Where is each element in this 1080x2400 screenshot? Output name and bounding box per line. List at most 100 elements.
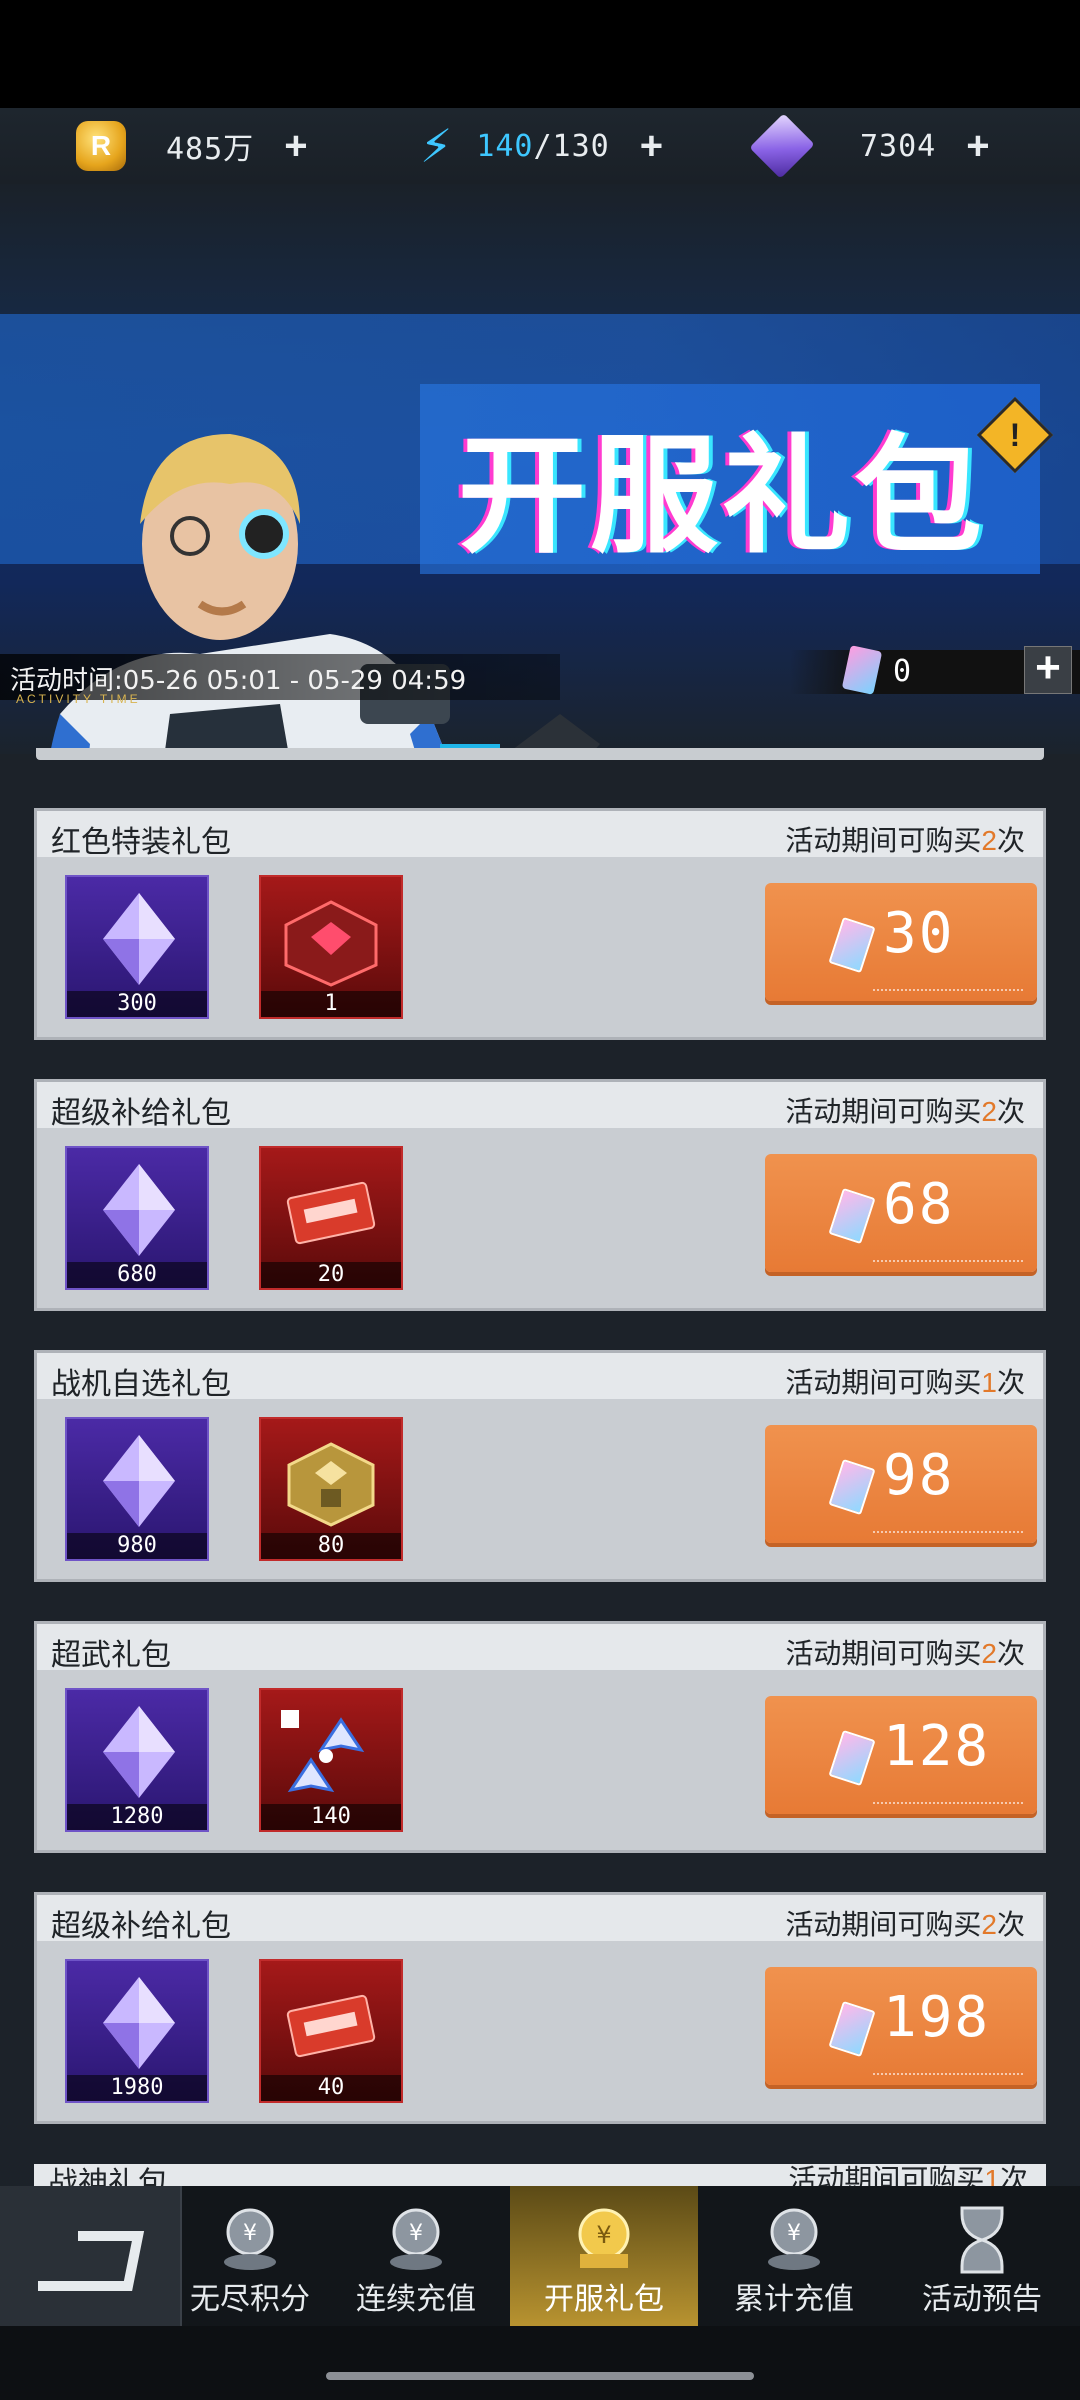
tab-endless-points[interactable]: ¥ 无尽积分 bbox=[156, 2186, 344, 2326]
gift-coin-icon: ¥ bbox=[578, 2208, 630, 2268]
fighter-jet-icon bbox=[281, 1710, 365, 1793]
decorative-wave bbox=[873, 1248, 1023, 1262]
activity-time-caption: ACTIVITY TIME bbox=[16, 692, 141, 706]
pack-card: 战机自选礼包 活动期间可购买1次 980 80 98 bbox=[34, 1350, 1046, 1582]
purchase-limit: 活动期间可购买2次 bbox=[785, 1632, 1025, 1672]
purchase-limit: 活动期间可购买1次 bbox=[788, 2164, 1028, 2188]
pack-name: 超级补给礼包 bbox=[51, 1097, 231, 1130]
tab-consecutive-recharge[interactable]: ¥ 连续充值 bbox=[322, 2186, 510, 2326]
price: 98 bbox=[883, 1443, 955, 1508]
pack-card: 超武礼包 活动期间可购买2次 1280 140 128 bbox=[34, 1621, 1046, 1853]
ticket-icon bbox=[828, 1729, 876, 1787]
decorative-wave bbox=[873, 1519, 1023, 1533]
ticket-icon bbox=[828, 1187, 876, 1245]
supply-ticket-icon bbox=[286, 1181, 376, 1245]
hourglass-icon bbox=[960, 2206, 1004, 2274]
home-indicator[interactable] bbox=[326, 2372, 754, 2380]
list-top-edge bbox=[36, 748, 1044, 760]
tab-event-preview[interactable]: 活动预告 bbox=[888, 2186, 1076, 2326]
supply-ticket-reward[interactable]: 20 bbox=[259, 1146, 403, 1290]
limit-text: 活动期间可购买 bbox=[785, 1638, 982, 1669]
add-gold-button[interactable]: + bbox=[284, 126, 307, 166]
energy-max: /130 bbox=[533, 128, 610, 164]
diamond-resource: 7304 + bbox=[749, 113, 990, 179]
limit-count: 2 bbox=[981, 1909, 997, 1940]
status-bar bbox=[0, 0, 1080, 108]
crystal-icon bbox=[103, 1435, 175, 1527]
purchase-limit: 活动期间可购买2次 bbox=[785, 1090, 1025, 1130]
buy-button[interactable]: 30 bbox=[765, 883, 1037, 1001]
ticket-icon bbox=[828, 916, 876, 974]
buy-button[interactable]: 198 bbox=[765, 1967, 1037, 2085]
diamond-reward[interactable]: 980 bbox=[65, 1417, 209, 1561]
decorative-wave bbox=[873, 1790, 1023, 1804]
banner-title: 开服礼包 bbox=[458, 422, 987, 571]
pack-header: 超武礼包 活动期间可购买2次 bbox=[37, 1624, 1043, 1672]
tab-cumulative-recharge[interactable]: ¥ 累计充值 bbox=[700, 2186, 888, 2326]
limit-unit: 次 bbox=[996, 1096, 1025, 1127]
crystal-icon bbox=[103, 1164, 175, 1256]
ticket-icon bbox=[828, 2000, 876, 2058]
energy-resource: ⚡ 140 /130 + bbox=[420, 120, 663, 172]
pack-header: 超级补给礼包 活动期间可购买2次 bbox=[37, 1895, 1043, 1943]
limit-unit: 次 bbox=[996, 825, 1025, 856]
add-energy-button[interactable]: + bbox=[640, 126, 663, 166]
reward-quantity: 40 bbox=[261, 2075, 401, 2101]
tab-label: 累计充值 bbox=[734, 2283, 854, 2316]
super-weapon-fragment-reward[interactable]: 140 bbox=[259, 1688, 403, 1832]
equipment-crate-reward[interactable]: 1 bbox=[259, 875, 403, 1019]
limit-count: 1 bbox=[984, 2164, 1000, 2188]
activity-time-bar: 活动时间:05-26 05:01 - 05-29 04:59 ACTIVITY … bbox=[0, 654, 560, 706]
limit-count: 1 bbox=[981, 1367, 997, 1398]
reward-quantity: 1 bbox=[261, 991, 401, 1017]
pack-card: 超级补给礼包 活动期间可购买2次 1980 40 198 bbox=[34, 1892, 1046, 2124]
purchase-limit: 活动期间可购买2次 bbox=[785, 819, 1025, 859]
reward-quantity: 80 bbox=[261, 1533, 401, 1559]
decorative-wave bbox=[873, 977, 1023, 991]
limit-unit: 次 bbox=[996, 1367, 1025, 1398]
buy-button[interactable]: 98 bbox=[765, 1425, 1037, 1543]
system-navigation-bar bbox=[0, 2326, 1080, 2400]
diamond-reward[interactable]: 1280 bbox=[65, 1688, 209, 1832]
buy-button[interactable]: 128 bbox=[765, 1696, 1037, 1814]
tab-opening-gift-pack[interactable]: ¥ 开服礼包 bbox=[510, 2186, 698, 2326]
gold-amount: 485万 bbox=[166, 132, 255, 167]
reward-quantity: 300 bbox=[67, 991, 207, 1017]
coin-stack-icon: ¥ bbox=[224, 2208, 276, 2270]
reward-quantity: 680 bbox=[67, 1262, 207, 1288]
supply-ticket-reward[interactable]: 40 bbox=[259, 1959, 403, 2103]
lightning-icon: ⚡ bbox=[420, 120, 453, 172]
limit-text: 活动期间可购买 bbox=[785, 825, 982, 856]
pack-card: 超级补给礼包 活动期间可购买2次 680 20 68 bbox=[34, 1079, 1046, 1311]
pack-name: 红色特装礼包 bbox=[51, 826, 231, 859]
svg-text:¥: ¥ bbox=[243, 2221, 257, 2246]
diamond-reward[interactable]: 680 bbox=[65, 1146, 209, 1290]
tab-label: 连续充值 bbox=[356, 2283, 476, 2316]
limit-unit: 次 bbox=[996, 1909, 1025, 1940]
reward-quantity: 140 bbox=[261, 1804, 401, 1830]
add-ticket-button[interactable]: + bbox=[1024, 646, 1072, 694]
limit-unit: 次 bbox=[999, 2164, 1028, 2188]
price: 30 bbox=[883, 901, 955, 966]
back-button[interactable] bbox=[0, 2186, 182, 2326]
reward-quantity: 1980 bbox=[67, 2075, 207, 2101]
buy-button[interactable]: 68 bbox=[765, 1154, 1037, 1272]
limit-count: 2 bbox=[981, 1638, 997, 1669]
tab-label: 无尽积分 bbox=[190, 2283, 310, 2316]
add-diamond-button[interactable]: + bbox=[966, 126, 989, 166]
ticket-count: 0 bbox=[893, 654, 912, 689]
pack-card: 红色特装礼包 活动期间可购买2次 300 1 30 bbox=[34, 808, 1046, 1040]
purchase-limit: 活动期间可购买2次 bbox=[785, 1903, 1025, 1943]
fighter-select-reward[interactable]: 80 bbox=[259, 1417, 403, 1561]
diamond-reward[interactable]: 1980 bbox=[65, 1959, 209, 2103]
diamond-icon bbox=[749, 113, 815, 179]
diamond-reward[interactable]: 300 bbox=[65, 875, 209, 1019]
coin-stack-icon: ¥ bbox=[390, 2208, 442, 2270]
pack-name: 超级补给礼包 bbox=[51, 1910, 231, 1943]
crystal-icon bbox=[103, 893, 175, 985]
golden-crate-icon bbox=[287, 1442, 375, 1527]
svg-text:¥: ¥ bbox=[409, 2221, 423, 2246]
purchase-limit: 活动期间可购买1次 bbox=[785, 1361, 1025, 1401]
resource-bar: R 485万 + ⚡ 140 /130 + 7304 + bbox=[0, 108, 1080, 184]
crate-icon bbox=[284, 900, 378, 987]
